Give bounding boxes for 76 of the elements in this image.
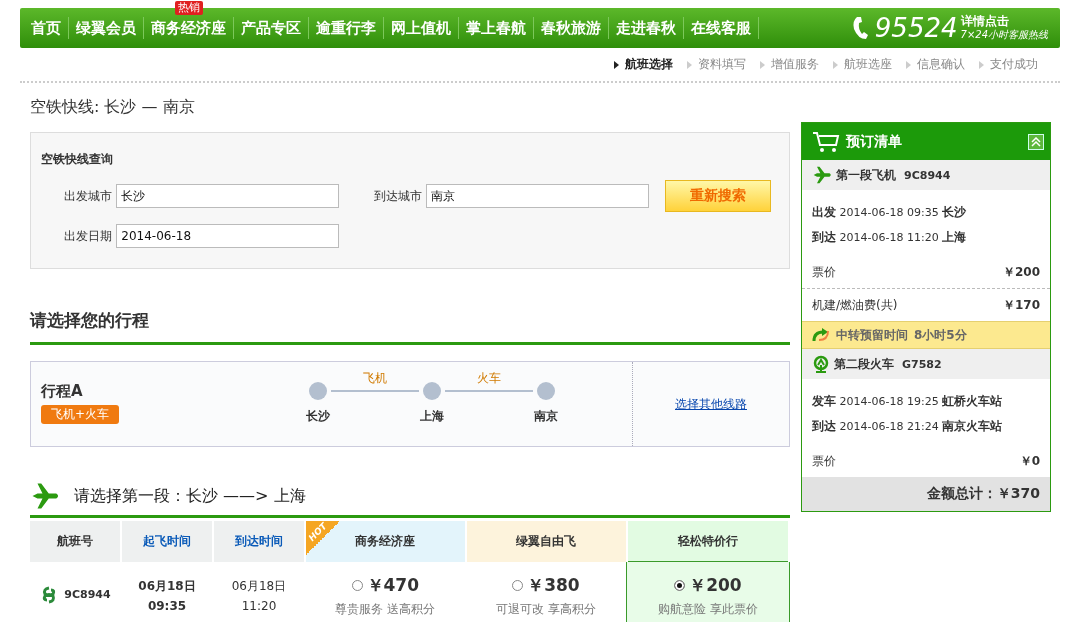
segment-code: G7582	[902, 357, 942, 371]
progress-step: 增值服务	[760, 56, 819, 73]
search-heading: 空铁快线查询	[41, 151, 114, 168]
fee-amount: ￥200	[1002, 263, 1040, 281]
stop-dot	[536, 382, 555, 400]
segment-title: 第一段飞机	[836, 166, 896, 184]
progress-step: 航班选择	[614, 56, 673, 73]
section-heading: 请选择第一段：长沙 ——> 上海	[74, 485, 306, 507]
input-field[interactable]: 长沙	[116, 184, 340, 208]
schedule-line: 出发 2014-06-18 09:35 长沙	[812, 204, 968, 221]
schedule-line: 到达 2014-06-18 11:20 上海	[812, 229, 968, 246]
stop-dot	[422, 382, 441, 400]
cart-icon	[812, 130, 840, 153]
field-label: 出发城市	[63, 187, 113, 205]
column-header: 航班号	[30, 521, 121, 562]
column-header: 绿翼自由飞	[465, 521, 627, 562]
search-button[interactable]: 重新搜索	[664, 180, 771, 212]
airplane-icon	[812, 165, 832, 185]
transfer-label: 中转预留时间	[836, 326, 908, 344]
segment-code: 9C8944	[904, 168, 951, 182]
itinerary-name: 行程A	[41, 382, 84, 401]
progress-step: 支付成功	[979, 56, 1038, 73]
nav-item[interactable]: 商务经济座	[144, 17, 234, 39]
transport-label: 飞机	[361, 370, 388, 387]
transport-label: 火车	[475, 370, 502, 387]
hotline-caption: 7×24小时客服热线	[960, 28, 1048, 42]
nav-item[interactable]: 在线客服	[684, 17, 759, 39]
section-heading: 请选择您的行程	[30, 309, 790, 345]
field-label: 出发日期	[63, 227, 113, 245]
collapse-button[interactable]	[1028, 133, 1044, 150]
fare-option[interactable]: ￥470 尊贵服务 送高积分	[305, 561, 466, 622]
arrival-time: 06月18日 11:20	[213, 561, 305, 622]
segment-title: 第二段火车	[834, 355, 894, 373]
nav-item[interactable]: 掌上春航	[459, 17, 534, 39]
transfer-arrow-icon	[812, 327, 830, 343]
column-header[interactable]: 起飞时间	[121, 521, 213, 562]
itinerary-tag: 飞机+火车	[41, 405, 120, 424]
transfer-duration: 8小时5分	[914, 326, 967, 344]
total-amount: 金额总计：￥370	[802, 477, 1050, 511]
page-title: 空铁快线: 长沙 — 南京	[30, 97, 196, 118]
stop-dot	[308, 382, 327, 400]
stop-name: 上海	[419, 408, 444, 425]
stop-name: 长沙	[305, 408, 330, 425]
fee-amount: ￥0	[1019, 452, 1040, 470]
fee-amount: ￥170	[1002, 296, 1040, 314]
input-field[interactable]: 2014-06-18	[116, 224, 340, 248]
field-label: 到达城市	[372, 187, 422, 205]
progress-step: 信息确认	[906, 56, 965, 73]
departure-time: 06月18日 09:35	[121, 561, 213, 622]
input-field[interactable]: 南京	[425, 184, 649, 208]
fee-label: 票价	[812, 263, 836, 281]
panel-title: 预订清单	[846, 132, 902, 151]
nav-item[interactable]: 走进春秋	[609, 17, 684, 39]
nav-item[interactable]: 逾重行李	[309, 17, 384, 39]
railway-logo-icon	[812, 355, 830, 373]
schedule-line: 到达 2014-06-18 21:24 南京火车站	[812, 418, 1004, 435]
nav-item[interactable]: 首页	[20, 17, 69, 39]
nav-item[interactable]: 产品专区	[234, 17, 309, 39]
flight-number: 9C8944	[40, 585, 111, 604]
nav-item[interactable]: 网上值机	[384, 17, 459, 39]
column-header[interactable]: 到达时间	[213, 521, 305, 562]
hot-badge: 热销	[175, 1, 203, 15]
hotline-number: 95524	[874, 15, 958, 41]
fare-option[interactable]: ￥200 购航意险 享此票价	[626, 561, 789, 622]
nav-item[interactable]: 春秋旅游	[534, 17, 609, 39]
progress-step: 航班选座	[833, 56, 892, 73]
fee-label: 机建/燃油费(共)	[812, 296, 898, 314]
other-routes-link[interactable]: 选择其他线路	[675, 395, 747, 413]
fare-option[interactable]: ￥380 可退可改 享高积分	[465, 561, 627, 622]
schedule-line: 发车 2014-06-18 19:25 虹桥火车站	[812, 393, 1004, 410]
fee-label: 票价	[812, 452, 836, 470]
nav-item[interactable]: 绿翼会员	[69, 17, 144, 39]
progress-step: 资料填写	[687, 56, 746, 73]
details-link[interactable]: 详情点击	[960, 14, 1009, 28]
stop-name: 南京	[533, 408, 558, 425]
column-header: 轻松特价行	[626, 521, 789, 562]
